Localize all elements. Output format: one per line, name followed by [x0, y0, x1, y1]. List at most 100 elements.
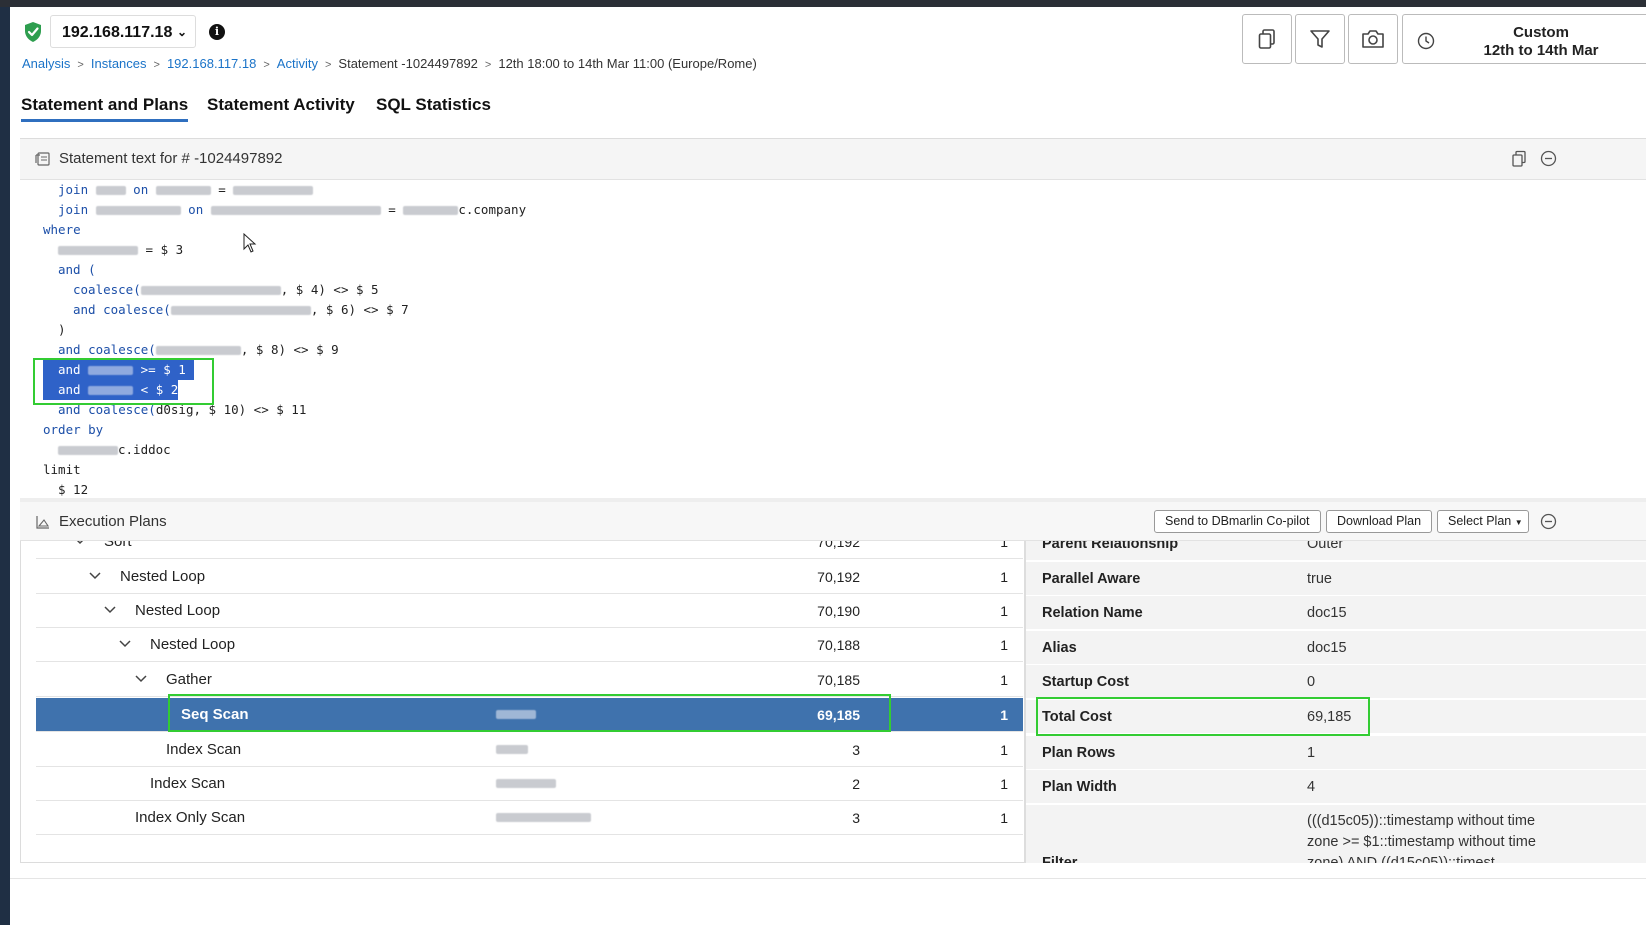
- tab-statement-and-plans[interactable]: Statement and Plans: [21, 95, 189, 122]
- server-select-value: 192.168.117.18: [62, 24, 173, 41]
- plan-row[interactable]: Nested Loop 70,188 1: [36, 628, 1023, 662]
- property-value: doc15: [1307, 640, 1347, 656]
- property-key: Filter: [1042, 855, 1078, 863]
- plan-node-name: Gather: [166, 671, 212, 688]
- plan-node-rows: 1: [1000, 569, 1008, 585]
- relation-redacted: [496, 779, 556, 788]
- plan-node-rows: 1: [1000, 672, 1008, 688]
- breadcrumb-statement: Statement -1024497892: [338, 56, 478, 71]
- tab-statement-activity[interactable]: Statement Activity: [207, 95, 355, 115]
- property-row: Plan Width 4: [1026, 770, 1646, 804]
- sql-line: coalesce(, $ 4) <> $ 5: [73, 282, 379, 297]
- breadcrumb: Analysis > Instances >192.168.117.18 > Activi…: [22, 56, 757, 71]
- plan-node-cost: 70,190: [817, 603, 860, 619]
- relation-redacted: [496, 813, 591, 822]
- property-row: Parallel Aware true: [1026, 562, 1646, 596]
- plan-row[interactable]: Gather 70,185 1: [36, 663, 1023, 697]
- plan-row[interactable]: Nested Loop 70,192 1: [36, 560, 1023, 594]
- plan-node-cost: 70,188: [817, 637, 860, 653]
- chevron-down-icon: ⌄: [177, 25, 188, 39]
- chevron-down-icon[interactable]: [134, 672, 148, 686]
- tab-sql-statistics[interactable]: SQL Statistics: [376, 95, 491, 115]
- chevron-down-icon[interactable]: [73, 541, 87, 548]
- property-key: Parallel Aware: [1042, 571, 1141, 587]
- highlight-box-sql: [33, 358, 214, 405]
- breadcrumb-range: 12th 18:00 to 14th Mar 11:00 (Europe/Rom…: [498, 56, 757, 71]
- plan-node-rows: 1: [1000, 742, 1008, 758]
- shield-check-icon: [25, 22, 41, 42]
- plan-icon: [36, 516, 50, 529]
- time-range-button[interactable]: Custom 12th to 14th Mar: [1402, 14, 1646, 64]
- sql-line: ): [58, 322, 66, 337]
- sql-line: = $ 3: [58, 240, 183, 260]
- bottom-divider: [10, 878, 1646, 879]
- collapse-icon[interactable]: [1540, 150, 1557, 167]
- filter-icon: [1310, 30, 1330, 48]
- plan-node-name: Index Only Scan: [135, 809, 246, 826]
- sql-line: join on =: [58, 180, 314, 200]
- camera-icon: [1362, 30, 1384, 48]
- highlight-box-seqscan: [168, 694, 891, 732]
- chevron-down-icon[interactable]: [103, 603, 117, 617]
- select-plan-label: Select Plan: [1448, 514, 1512, 528]
- window-top-bar: [0, 0, 1646, 7]
- property-value: Outer: [1307, 541, 1344, 552]
- plan-node-name: Nested Loop: [120, 568, 206, 585]
- property-value: 1: [1307, 745, 1316, 761]
- copy-icon: [1258, 29, 1275, 49]
- plan-node-cost: 3: [852, 810, 860, 826]
- mouse-cursor-icon: [243, 233, 257, 253]
- script-icon: [35, 152, 50, 166]
- property-row: Parent Relationship Outer: [1026, 541, 1646, 561]
- sql-statement-text[interactable]: join on = join on = c.company where = $ …: [20, 180, 1646, 498]
- breadcrumb-analysis[interactable]: Analysis: [22, 56, 70, 71]
- caret-down-icon: ▼: [1514, 518, 1523, 527]
- property-value: 0: [1307, 674, 1316, 690]
- property-value: (((d15c05))::timestamp without time zone…: [1307, 813, 1536, 863]
- info-icon[interactable]: i: [209, 24, 225, 40]
- statement-panel-header: Statement text for # -1024497892: [20, 139, 1646, 180]
- filter-button[interactable]: [1295, 14, 1345, 64]
- chevron-down-icon[interactable]: [88, 569, 102, 583]
- property-key: Parent Relationship: [1042, 541, 1179, 552]
- property-key: Alias: [1042, 640, 1077, 656]
- server-select[interactable]: 192.168.117.18 ⌄: [50, 15, 196, 48]
- breadcrumb-instances[interactable]: Instances: [91, 56, 147, 71]
- plan-node-cost: 70,192: [817, 541, 860, 550]
- send-to-copilot-button[interactable]: Send to DBmarlin Co-pilot: [1154, 510, 1321, 533]
- execution-plans-title: Execution Plans: [59, 513, 167, 530]
- property-key: Plan Rows: [1042, 745, 1116, 761]
- highlight-box-total-cost: [1036, 697, 1370, 736]
- copy-statement-icon[interactable]: [1511, 150, 1527, 168]
- plan-row[interactable]: Sort 70,192 1: [36, 541, 1023, 559]
- sql-line: and coalesce(, $ 6) <> $ 7: [73, 302, 409, 317]
- plan-node-name: Nested Loop: [150, 636, 236, 653]
- download-plan-button[interactable]: Download Plan: [1326, 510, 1433, 533]
- time-range-value: 12th to 14th Mar: [1483, 42, 1599, 59]
- plan-node-name: Index Scan: [166, 741, 242, 758]
- plan-row[interactable]: Index Scan 3 1: [36, 733, 1023, 767]
- plan-node-name: Sort: [104, 541, 132, 550]
- property-row: Plan Rows 1: [1026, 736, 1646, 770]
- select-plan-dropdown[interactable]: Select Plan ▼: [1437, 510, 1529, 533]
- sql-line: and (: [58, 262, 96, 277]
- plan-row[interactable]: Nested Loop 70,190 1: [36, 594, 1023, 628]
- statement-panel-title: Statement text for # -1024497892: [59, 150, 283, 167]
- breadcrumb-activity[interactable]: Activity: [277, 56, 318, 71]
- chevron-down-icon[interactable]: [118, 637, 132, 651]
- time-range-custom: Custom: [1513, 24, 1569, 41]
- plan-node-cost: 3: [852, 742, 860, 758]
- snapshot-button[interactable]: [1348, 14, 1398, 64]
- property-key: Plan Width: [1042, 779, 1117, 795]
- property-value: doc15: [1307, 605, 1347, 621]
- plan-node-rows: 1: [1000, 776, 1008, 792]
- plan-row[interactable]: Index Scan 2 1: [36, 767, 1023, 801]
- sql-line: where: [43, 222, 81, 237]
- relation-redacted: [496, 745, 528, 754]
- property-value: 4: [1307, 779, 1316, 795]
- property-row: Startup Cost 0: [1026, 665, 1646, 699]
- collapse-plans-icon[interactable]: [1540, 513, 1557, 530]
- plan-row[interactable]: Index Only Scan 3 1: [36, 801, 1023, 835]
- breadcrumb-server[interactable]: 192.168.117.18: [167, 56, 256, 71]
- copy-button[interactable]: [1242, 14, 1292, 64]
